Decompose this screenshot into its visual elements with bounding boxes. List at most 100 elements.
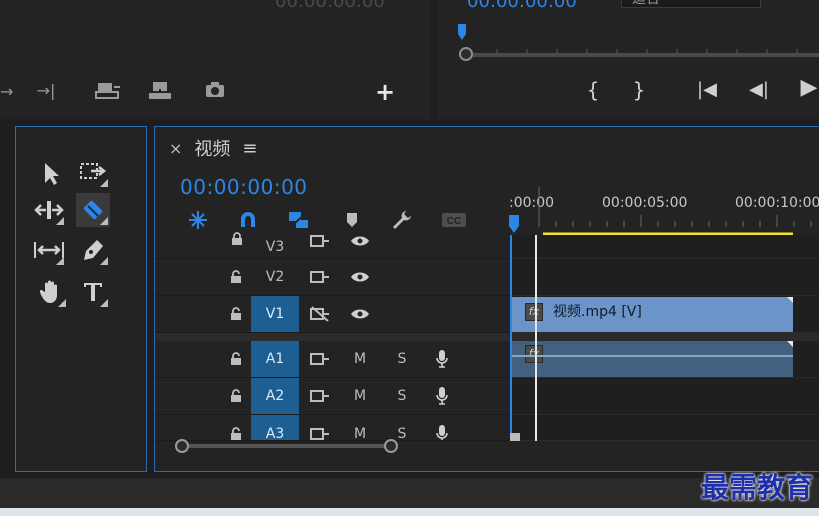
clip-end-marker [787, 341, 793, 347]
taskbar-edge [0, 508, 819, 516]
timeline-settings-wrench-icon[interactable] [391, 209, 413, 231]
sequence-name[interactable]: 视频 [194, 135, 230, 161]
sync-lock-icon[interactable] [307, 259, 333, 295]
track-name-v2[interactable]: V2 [251, 259, 299, 295]
track-header-v1[interactable]: V1 [155, 296, 510, 333]
lane-a3[interactable] [510, 415, 819, 441]
track-name-a3[interactable]: A3 [251, 415, 299, 440]
export-frame-camera-icon[interactable] [202, 80, 228, 105]
nest-toggle-icon[interactable] [187, 209, 209, 231]
source-monitor-panel: 00:00:00:00 → →| + [0, 0, 431, 119]
solo-button[interactable]: S [389, 415, 415, 441]
microphone-icon[interactable] [429, 341, 455, 377]
solo-button[interactable]: S [389, 341, 415, 377]
selection-tool-icon[interactable] [34, 157, 68, 191]
close-icon[interactable]: × [169, 139, 182, 158]
track-header-v3[interactable]: V3 [155, 231, 510, 259]
lock-open-icon[interactable] [225, 415, 249, 440]
lock-icon[interactable] [225, 227, 249, 250]
sync-lock-icon[interactable] [307, 415, 333, 440]
lock-open-icon[interactable] [225, 259, 249, 295]
lane-a2[interactable] [510, 378, 819, 415]
mute-button[interactable]: M [347, 378, 373, 414]
step-back-button[interactable]: ◀| [745, 80, 773, 100]
scrollbar-track[interactable] [181, 444, 391, 448]
time-ruler[interactable]: :00:00 00:00:05:00 00:00:10:00 [509, 187, 819, 237]
scrollbar-left-handle[interactable] [175, 439, 189, 453]
play-button[interactable]: ▶ [797, 77, 819, 99]
go-to-in-button[interactable]: |◀ [692, 80, 722, 100]
track-name-a1[interactable]: A1 [251, 341, 299, 377]
linked-selection-icon[interactable] [288, 209, 310, 231]
track-header-a2[interactable]: A2 M S [155, 378, 510, 415]
sync-lock-icon[interactable] [307, 378, 333, 414]
eye-icon[interactable] [347, 296, 373, 332]
track-header-a3[interactable]: A3 M S [155, 415, 510, 441]
lock-open-icon[interactable] [225, 296, 249, 332]
lane-v3[interactable] [510, 235, 819, 259]
video-clip-label: 视频.mp4 [V] [553, 304, 642, 320]
track-name-a2[interactable]: A2 [251, 378, 299, 414]
lane-v2[interactable] [510, 259, 819, 296]
mark-out-button[interactable]: } [629, 80, 649, 100]
track-select-tool-icon[interactable] [76, 155, 110, 189]
fx-badge[interactable]: fx [525, 303, 543, 321]
video-clip[interactable]: fx 视频.mp4 [V] [511, 297, 793, 332]
track-header-a1[interactable]: A1 M S [155, 341, 510, 378]
lane-divider [510, 333, 819, 341]
ripple-edit-tool-icon[interactable] [32, 193, 66, 227]
timeline-tracks-area[interactable]: fx 视频.mp4 [V] fx [510, 235, 819, 441]
sync-lock-icon[interactable] [307, 341, 333, 377]
add-button-icon[interactable]: + [372, 80, 398, 104]
svg-text:CC: CC [447, 216, 461, 227]
program-zoom-handle[interactable] [459, 47, 473, 61]
track-name-v1[interactable]: V1 [251, 296, 299, 332]
razor-tool-icon[interactable] [76, 193, 110, 227]
playhead-line[interactable] [510, 235, 512, 441]
program-timecode[interactable]: 00:00:00:00 [467, 0, 577, 12]
audio-clip[interactable]: fx [511, 341, 793, 377]
lock-open-icon[interactable] [225, 341, 249, 377]
microphone-icon[interactable] [429, 415, 455, 440]
eye-icon[interactable] [347, 229, 373, 252]
audio-volume-line[interactable] [511, 355, 793, 357]
microphone-icon[interactable] [429, 378, 455, 414]
program-playhead[interactable] [457, 24, 467, 40]
playhead-bottom-handle[interactable] [510, 433, 520, 441]
type-tool-icon[interactable] [76, 275, 110, 309]
tools-panel [15, 126, 147, 472]
overwrite-icon[interactable] [146, 80, 176, 107]
fit-dropdown[interactable]: 适合 [621, 0, 761, 8]
sync-lock-icon[interactable] [307, 229, 333, 252]
slip-tool-icon[interactable] [32, 233, 66, 267]
program-mini-ruler[interactable] [457, 38, 819, 53]
scrollbar-right-handle[interactable] [384, 439, 398, 453]
overwrite-partial-icon[interactable]: → [0, 82, 13, 102]
sync-lock-off-icon[interactable] [307, 296, 333, 332]
hand-tool-icon[interactable] [34, 275, 68, 309]
playhead-timecode[interactable]: 00:00:00:00 [180, 175, 308, 199]
mark-out-arrow-icon[interactable]: →| [34, 81, 58, 101]
mute-button[interactable]: M [347, 415, 373, 441]
fx-badge[interactable]: fx [525, 345, 543, 363]
insert-icon[interactable] [94, 80, 124, 107]
track-name-v3[interactable]: V3 [251, 235, 299, 258]
track-header-v2[interactable]: V2 [155, 259, 510, 296]
eye-icon[interactable] [347, 259, 373, 295]
add-marker-icon[interactable] [341, 209, 363, 231]
lock-open-icon[interactable] [225, 378, 249, 414]
panel-menu-icon[interactable]: ≡ [242, 138, 257, 159]
edit-line [535, 235, 537, 441]
video-audio-divider[interactable] [155, 333, 510, 341]
timeline-tab[interactable]: × 视频 ≡ [169, 135, 258, 161]
mark-in-button[interactable]: { [583, 80, 603, 100]
captions-cc-icon[interactable]: CC [441, 209, 467, 231]
timeline-panel: × 视频 ≡ 00:00:00:00 CC :00:00 00:00:05:00… [154, 126, 819, 472]
solo-button[interactable]: S [389, 378, 415, 414]
mute-button[interactable]: M [347, 341, 373, 377]
timeline-zoom-scrollbar[interactable] [175, 439, 398, 453]
program-zoom-bar[interactable] [471, 53, 819, 57]
source-timecode[interactable]: 00:00:00:00 [275, 0, 385, 12]
timeline-playhead-head[interactable] [508, 213, 520, 235]
pen-tool-icon[interactable] [76, 233, 110, 267]
